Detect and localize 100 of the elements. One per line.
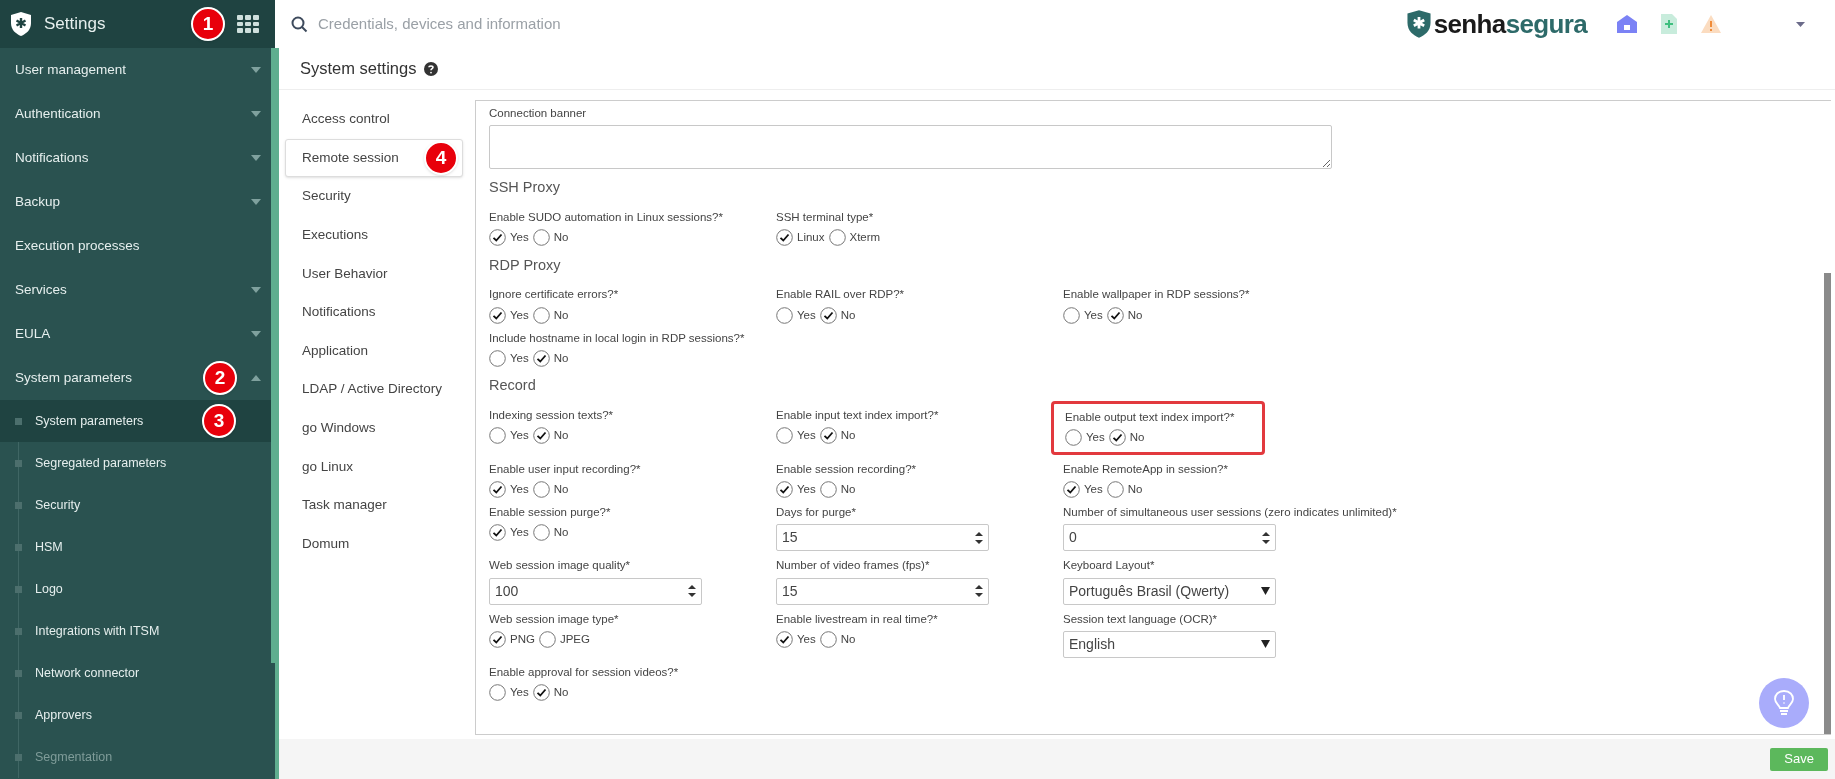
- radio-option[interactable]: No: [819, 480, 856, 498]
- radio-circle-icon[interactable]: [1065, 429, 1082, 447]
- sidebar-subitem[interactable]: HSM: [0, 526, 271, 568]
- radio-option[interactable]: No: [1106, 306, 1143, 324]
- radio-option[interactable]: Yes: [1063, 306, 1103, 324]
- radio-circle-icon[interactable]: [538, 630, 556, 648]
- sidebar-subitem[interactable]: Integrations with ITSM: [0, 610, 271, 652]
- sidebar-subitem[interactable]: Approvers: [0, 694, 271, 736]
- spinner-arrows-icon[interactable]: [975, 584, 983, 598]
- apps-grid-icon[interactable]: [237, 15, 259, 33]
- radio-option[interactable]: No: [819, 630, 856, 648]
- sidebar-item[interactable]: Backup: [0, 180, 271, 224]
- radio-circle-icon[interactable]: [1106, 480, 1124, 498]
- radio-circle-icon[interactable]: [532, 524, 550, 542]
- user-menu-caret-icon[interactable]: [1796, 21, 1805, 27]
- settings-tab[interactable]: Security: [285, 177, 463, 216]
- radio-option[interactable]: Linux: [776, 229, 825, 247]
- radio-circle-icon[interactable]: [776, 480, 793, 498]
- select-field[interactable]: Português Brasil (Qwerty): [1063, 577, 1276, 605]
- settings-tab[interactable]: Executions: [285, 215, 463, 255]
- radio-circle-icon[interactable]: [776, 306, 793, 324]
- radio-option[interactable]: No: [532, 684, 569, 702]
- radio-option[interactable]: No: [532, 524, 569, 542]
- sidebar-item[interactable]: Execution processes: [0, 224, 271, 268]
- radio-option[interactable]: Yes: [489, 350, 529, 368]
- settings-tab[interactable]: Notifications: [285, 292, 463, 332]
- radio-circle-icon[interactable]: [489, 229, 506, 247]
- scrollbar-thumb[interactable]: [1824, 273, 1831, 734]
- settings-tab[interactable]: Domum: [285, 524, 463, 564]
- radio-option[interactable]: No: [532, 480, 569, 498]
- select-field[interactable]: English: [1063, 630, 1276, 658]
- radio-circle-icon[interactable]: [489, 427, 506, 445]
- radio-option[interactable]: Yes: [489, 229, 529, 247]
- search-field[interactable]: Credentials, devices and information: [318, 12, 738, 36]
- radio-circle-icon[interactable]: [828, 229, 846, 247]
- radio-option[interactable]: Yes: [776, 427, 816, 445]
- radio-option[interactable]: PNG: [489, 630, 535, 648]
- settings-tab[interactable]: Application: [285, 331, 463, 371]
- radio-circle-icon[interactable]: [489, 350, 506, 368]
- radio-circle-icon[interactable]: [532, 350, 550, 368]
- sidebar-item[interactable]: EULA: [0, 312, 271, 356]
- radio-circle-icon[interactable]: [776, 427, 793, 445]
- radio-option[interactable]: Yes: [489, 480, 529, 498]
- radio-circle-icon[interactable]: [489, 630, 506, 648]
- settings-tab[interactable]: go Windows: [285, 408, 463, 448]
- settings-tab[interactable]: User Behavior: [285, 254, 463, 293]
- radio-option[interactable]: No: [532, 350, 569, 368]
- radio-circle-icon[interactable]: [489, 480, 506, 498]
- sidebar-item[interactable]: Authentication: [0, 92, 271, 136]
- sidebar-item[interactable]: System parameters 2: [0, 356, 271, 400]
- sidebar-subitem[interactable]: Network connector: [0, 652, 271, 694]
- radio-option[interactable]: Yes: [489, 427, 529, 445]
- settings-tab[interactable]: go Linux: [285, 447, 463, 486]
- radio-option[interactable]: No: [1106, 480, 1143, 498]
- radio-option[interactable]: No: [819, 427, 856, 445]
- sidebar-subitem[interactable]: Logo: [0, 568, 271, 610]
- sidebar-item[interactable]: Services: [0, 268, 271, 312]
- scrollbar-thumb[interactable]: [271, 48, 275, 663]
- radio-circle-icon[interactable]: [776, 229, 793, 247]
- radio-option[interactable]: Yes: [1065, 429, 1105, 447]
- sidebar-item[interactable]: Notifications: [0, 136, 271, 180]
- radio-circle-icon[interactable]: [1063, 306, 1080, 324]
- radio-option[interactable]: No: [1108, 429, 1145, 447]
- radio-circle-icon[interactable]: [819, 480, 837, 498]
- radio-circle-icon[interactable]: [776, 630, 793, 648]
- radio-option[interactable]: Xterm: [828, 229, 881, 247]
- radio-circle-icon[interactable]: [1108, 429, 1126, 447]
- sidebar-subitem[interactable]: System parameters 3: [0, 400, 271, 442]
- help-icon[interactable]: [424, 61, 439, 76]
- radio-circle-icon[interactable]: [489, 306, 506, 324]
- settings-tab[interactable]: Remote session 4: [285, 138, 463, 178]
- radio-option[interactable]: Yes: [776, 630, 816, 648]
- radio-option[interactable]: No: [819, 306, 856, 324]
- sidebar-subitem[interactable]: Security: [0, 484, 271, 526]
- radio-circle-icon[interactable]: [489, 524, 506, 542]
- radio-circle-icon[interactable]: [1063, 480, 1080, 498]
- number-field[interactable]: 15: [776, 524, 989, 552]
- radio-circle-icon[interactable]: [819, 427, 837, 445]
- radio-option[interactable]: Yes: [776, 306, 816, 324]
- radio-option[interactable]: JPEG: [538, 630, 590, 648]
- spinner-arrows-icon[interactable]: [1262, 530, 1270, 545]
- radio-option[interactable]: Yes: [489, 306, 529, 324]
- number-field[interactable]: 100: [489, 577, 702, 605]
- radio-circle-icon[interactable]: [532, 427, 550, 445]
- radio-option[interactable]: No: [532, 427, 569, 445]
- radio-circle-icon[interactable]: [1106, 306, 1124, 324]
- spinner-arrows-icon[interactable]: [688, 584, 696, 598]
- radio-option[interactable]: No: [532, 306, 569, 324]
- radio-circle-icon[interactable]: [532, 684, 550, 702]
- sidebar-subitem[interactable]: Segregated parameters: [0, 442, 271, 484]
- radio-circle-icon[interactable]: [819, 306, 837, 324]
- radio-circle-icon[interactable]: [532, 229, 550, 247]
- sidebar-item[interactable]: User management: [0, 48, 271, 92]
- radio-option[interactable]: No: [532, 229, 569, 247]
- radio-circle-icon[interactable]: [489, 684, 506, 702]
- radio-circle-icon[interactable]: [532, 306, 550, 324]
- radio-option[interactable]: Yes: [489, 524, 529, 542]
- settings-tab[interactable]: Task manager: [285, 485, 463, 525]
- radio-option[interactable]: Yes: [776, 480, 816, 498]
- home-icon[interactable]: [1617, 15, 1637, 33]
